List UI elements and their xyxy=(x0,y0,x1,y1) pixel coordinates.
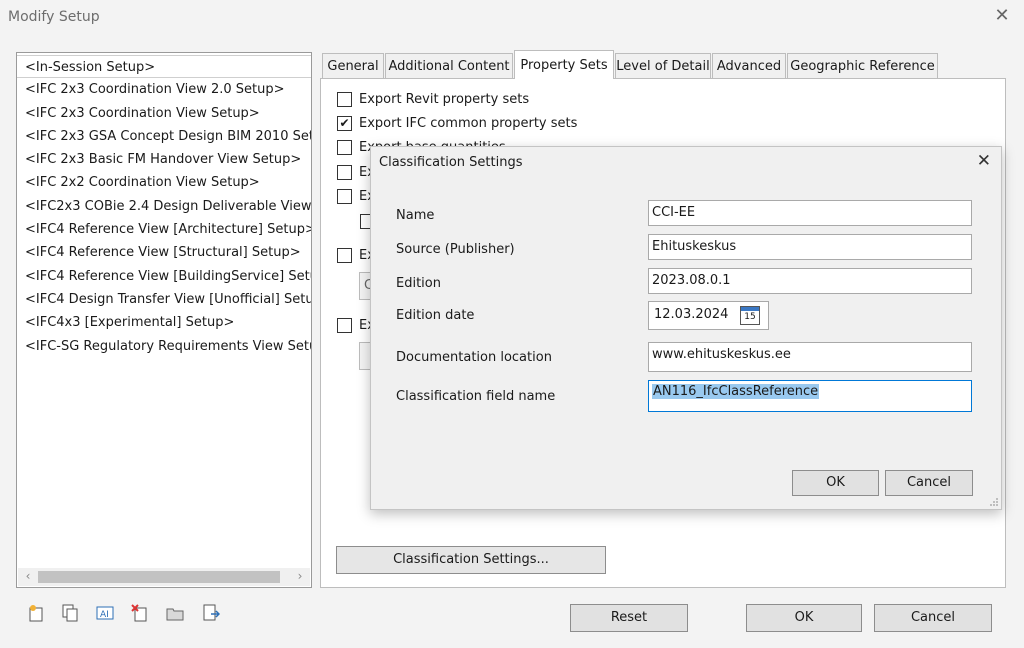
tab-property-sets[interactable]: Property Sets xyxy=(514,50,614,79)
setup-list-item[interactable]: <IFC2x3 COBie 2.4 Design Deliverable Vie… xyxy=(17,195,311,218)
setup-list-item[interactable]: <IFC4 Reference View [BuildingService] S… xyxy=(17,265,311,288)
delete-setup-icon[interactable] xyxy=(131,604,149,622)
documentation-location-label: Documentation location xyxy=(396,350,552,365)
export-ifc-common-label: Export IFC common property sets xyxy=(359,116,578,131)
source-label: Source (Publisher) xyxy=(396,242,515,257)
documentation-location-field[interactable]: www.ehituskeskus.ee xyxy=(648,342,972,372)
name-label: Name xyxy=(396,208,435,223)
source-field[interactable]: Ehituskeskus xyxy=(648,234,972,260)
ok-button[interactable]: OK xyxy=(746,604,862,632)
setup-list-item[interactable]: <IFC4 Reference View [Architecture] Setu… xyxy=(17,218,311,241)
classification-field-name-label: Classification field name xyxy=(396,389,556,404)
setup-list-item[interactable]: <IFC4 Reference View [Structural] Setup> xyxy=(17,241,311,264)
dialog-title: Classification Settings xyxy=(379,155,523,170)
setup-list-item[interactable]: <IFC 2x3 GSA Concept Design BIM 2010 Set… xyxy=(17,125,311,148)
classification-settings-button[interactable]: Classification Settings... xyxy=(336,546,606,574)
svg-text:AI: AI xyxy=(100,610,109,620)
edition-field[interactable]: 2023.08.0.1 xyxy=(648,268,972,294)
setup-list-item[interactable]: <IFC 2x3 Coordination View 2.0 Setup> xyxy=(17,78,311,101)
setup-list-item[interactable]: <In-Session Setup> xyxy=(17,55,311,79)
horizontal-scrollbar[interactable]: ‹ › xyxy=(18,568,310,586)
calendar-icon[interactable]: 15 xyxy=(740,306,760,325)
setup-list-item[interactable]: <IFC4 Design Transfer View [Unofficial] … xyxy=(17,288,311,311)
dialog-ok-button[interactable]: OK xyxy=(792,470,879,496)
rename-setup-icon[interactable]: AI xyxy=(96,604,114,622)
dialog-cancel-button[interactable]: Cancel xyxy=(885,470,973,496)
setup-list-item[interactable]: <IFC 2x2 Coordination View Setup> xyxy=(17,171,311,194)
resize-grip-icon[interactable] xyxy=(988,496,998,506)
partial-checkbox-4[interactable] xyxy=(337,165,352,180)
export-revit-checkbox[interactable] xyxy=(337,92,352,107)
tab-geographic-reference[interactable]: Geographic Reference xyxy=(787,53,938,78)
setup-list-item[interactable]: <IFC-SG Regulatory Requirements View Set… xyxy=(17,335,311,358)
partial-checkbox-5[interactable] xyxy=(337,189,352,204)
name-field[interactable]: CCI-EE xyxy=(648,200,972,226)
scroll-right-arrow-icon[interactable]: › xyxy=(292,569,308,583)
scroll-thumb[interactable] xyxy=(38,571,280,583)
tab-level-of-detail[interactable]: Level of Detail xyxy=(615,53,711,78)
setup-list-item[interactable]: <IFC 2x3 Basic FM Handover View Setup> xyxy=(17,148,311,171)
export-ifc-common-checkbox[interactable]: ✔ xyxy=(337,116,352,131)
close-window-button[interactable]: ✕ xyxy=(992,6,1012,26)
setup-list-item[interactable]: <IFC4x3 [Experimental] Setup> xyxy=(17,311,311,334)
cancel-button[interactable]: Cancel xyxy=(874,604,992,632)
edition-date-value: 12.03.2024 xyxy=(654,307,729,322)
scroll-left-arrow-icon[interactable]: ‹ xyxy=(20,569,36,583)
window-title: Modify Setup xyxy=(8,9,100,25)
tab-general[interactable]: General xyxy=(322,53,384,78)
edition-date-picker[interactable]: 12.03.2024 15 xyxy=(648,301,769,330)
partial-checkbox-6[interactable] xyxy=(337,248,352,263)
new-setup-icon[interactable] xyxy=(27,604,45,622)
tab-advanced[interactable]: Advanced xyxy=(712,53,786,78)
setup-list-item[interactable]: <IFC 2x3 Coordination View Setup> xyxy=(17,102,311,125)
dialog-close-icon[interactable]: ✕ xyxy=(977,151,991,171)
classification-field-name-field[interactable]: AN116_IfcClassReference xyxy=(648,380,972,412)
setup-list[interactable]: <In-Session Setup> <IFC 2x3 Coordination … xyxy=(16,52,312,588)
edition-label: Edition xyxy=(396,276,441,291)
calendar-day: 15 xyxy=(744,312,756,322)
export-setup-icon[interactable] xyxy=(202,604,221,622)
export-base-quantities-checkbox[interactable] xyxy=(337,140,352,155)
open-folder-icon[interactable] xyxy=(166,604,184,622)
partial-checkbox-7[interactable] xyxy=(337,318,352,333)
tab-additional-content[interactable]: Additional Content xyxy=(385,53,513,78)
classification-settings-dialog: Classification Settings ✕ Name CCI-EE So… xyxy=(370,146,1002,510)
tab-strip: General Additional Content Property Sets… xyxy=(322,50,942,79)
export-revit-label: Export Revit property sets xyxy=(359,92,530,107)
selected-field-text: AN116_IfcClassReference xyxy=(652,384,820,399)
edition-date-label: Edition date xyxy=(396,308,475,323)
duplicate-setup-icon[interactable] xyxy=(61,604,79,622)
reset-button[interactable]: Reset xyxy=(570,604,688,632)
